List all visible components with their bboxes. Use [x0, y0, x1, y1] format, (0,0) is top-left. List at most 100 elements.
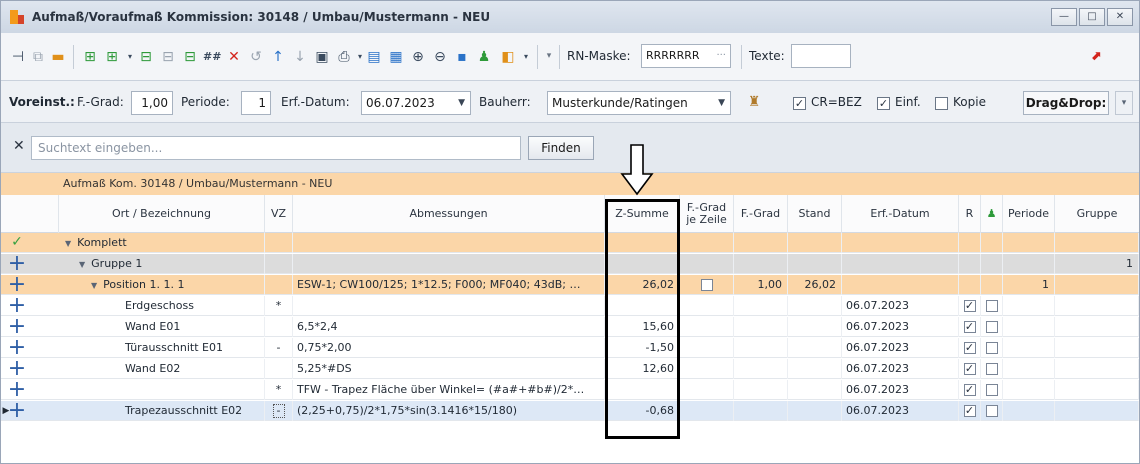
cell-p[interactable]	[981, 359, 1003, 379]
cell-r[interactable]	[959, 233, 981, 253]
cell-datum[interactable]: 06.07.2023	[842, 317, 959, 337]
folder-icon[interactable]: ▬	[49, 48, 67, 66]
cell-ort[interactable]	[59, 380, 265, 400]
bauherr-dropdown-icon[interactable]: ▼	[718, 92, 725, 114]
add-row-icon[interactable]: +	[6, 379, 28, 401]
erf-datum-input[interactable]: 06.07.2023 ▼	[361, 91, 471, 115]
cell-stand[interactable]	[788, 233, 842, 253]
header-people-icon[interactable]: ♟	[981, 195, 1003, 233]
bauherr-select[interactable]: Musterkunde/Ratingen ▼	[547, 91, 731, 115]
cell-gruppe[interactable]	[1055, 401, 1139, 421]
table-row[interactable]: + Wand E01 6,5*2,4 15,60 06.07.2023 ✓	[1, 316, 1139, 338]
delete-icon[interactable]: ✕	[225, 48, 243, 66]
export-dropdown-icon[interactable]: ▾	[517, 48, 535, 66]
cell-periode[interactable]	[1003, 254, 1055, 274]
cell-fgrad_je[interactable]	[680, 380, 734, 400]
cell-p[interactable]	[981, 338, 1003, 358]
p-checkbox[interactable]	[985, 321, 998, 333]
cell-vz[interactable]	[265, 254, 293, 274]
cell-ort[interactable]: Trapezausschnitt E02	[59, 401, 265, 421]
move-down-icon[interactable]: ↓	[291, 48, 309, 66]
p-checkbox[interactable]	[985, 342, 998, 354]
cell-abm[interactable]	[293, 254, 605, 274]
cell-datum[interactable]: 06.07.2023	[842, 401, 959, 421]
r-checkbox[interactable]: ✓	[963, 321, 976, 333]
cell-fgrad_je[interactable]	[680, 359, 734, 379]
cell-periode[interactable]	[1003, 233, 1055, 253]
cell-fgrad[interactable]	[734, 254, 788, 274]
cell-ort[interactable]: Türausschnitt E01	[59, 338, 265, 358]
find-button[interactable]: Finden	[528, 136, 594, 160]
header-gruppe[interactable]: Gruppe	[1055, 195, 1139, 233]
cell-fgrad_je[interactable]	[680, 401, 734, 421]
cell-periode[interactable]	[1003, 338, 1055, 358]
report-icon[interactable]: ▤	[365, 48, 383, 66]
minimize-button[interactable]: —	[1051, 8, 1077, 26]
cell-stand[interactable]	[788, 296, 842, 316]
cell-periode[interactable]	[1003, 317, 1055, 337]
cell-gruppe[interactable]	[1055, 233, 1139, 253]
table-row[interactable]: + Erdgeschoss * 06.07.2023 ✓	[1, 295, 1139, 317]
insert-below-icon[interactable]: ⊞	[103, 48, 121, 66]
cell-abm[interactable]: 0,75*2,00	[293, 338, 605, 358]
undo-icon[interactable]: ↺	[247, 48, 265, 66]
people-icon[interactable]: ♟	[475, 48, 493, 66]
open-window-icon[interactable]: ⧉	[29, 48, 47, 66]
cell-ort[interactable]: Wand E01	[59, 317, 265, 337]
collapse-icon[interactable]: ▼	[65, 239, 71, 248]
cell-abm[interactable]: 5,25*#DS	[293, 359, 605, 379]
cell-r[interactable]	[959, 254, 981, 274]
cell-stand[interactable]: 26,02	[788, 275, 842, 295]
cell-p[interactable]	[981, 317, 1003, 337]
cell-abm[interactable]	[293, 296, 605, 316]
cell-ort[interactable]: ▼ Position 1. 1. 1	[59, 275, 265, 295]
header-abmessungen[interactable]: Abmessungen	[293, 195, 605, 233]
table-row[interactable]: + Türausschnitt E01-0,75*2,00 -1,50 06.07.2…	[1, 337, 1139, 359]
periode-input[interactable]: 1	[241, 91, 271, 115]
cell-gruppe[interactable]	[1055, 296, 1139, 316]
cell-fgrad[interactable]	[734, 296, 788, 316]
cell-ort[interactable]: Erdgeschoss	[59, 296, 265, 316]
header-r[interactable]: R	[959, 195, 981, 233]
cell-fgrad[interactable]	[734, 233, 788, 253]
cell-vz[interactable]: -	[265, 338, 293, 358]
table-row[interactable]: + * TFW - Trapez Fläche über Winkel= (#a#+…	[1, 379, 1139, 401]
header-ort[interactable]: Ort / Bezeichnung	[59, 195, 265, 233]
add-row-icon[interactable]: +	[6, 253, 28, 275]
cell-abm[interactable]: ESW-1; CW100/125; 1*12.5; F000; MF040; 4…	[293, 275, 605, 295]
cell-vz[interactable]	[265, 233, 293, 253]
cell-fgrad_je[interactable]	[680, 317, 734, 337]
cell-periode[interactable]	[1003, 296, 1055, 316]
cell-r[interactable]: ✓	[959, 359, 981, 379]
cell-abm[interactable]: (2,25+0,75)/2*1,75*sin(3.1416*15/180)	[293, 401, 605, 421]
cell-abm[interactable]: TFW - Trapez Fläche über Winkel= (#a#+#b…	[293, 380, 605, 400]
cell-fgrad[interactable]	[734, 359, 788, 379]
cell-stand[interactable]	[788, 338, 842, 358]
cell-fgrad_je[interactable]	[680, 233, 734, 253]
cell-gruppe[interactable]	[1055, 275, 1139, 295]
add-row-icon[interactable]: +	[6, 358, 28, 380]
r-checkbox[interactable]: ✓	[963, 405, 976, 417]
add-row-icon[interactable]: +	[6, 274, 28, 296]
header-stand[interactable]: Stand	[788, 195, 842, 233]
maximize-button[interactable]: □	[1079, 8, 1105, 26]
r-checkbox[interactable]: ✓	[963, 384, 976, 396]
cell-p[interactable]	[981, 380, 1003, 400]
cell-fgrad[interactable]	[734, 380, 788, 400]
cell-stand[interactable]	[788, 380, 842, 400]
cell-r[interactable]: ✓	[959, 296, 981, 316]
cell-gruppe[interactable]	[1055, 359, 1139, 379]
cell-fgrad[interactable]	[734, 317, 788, 337]
zoom-in-icon[interactable]: ⊕	[409, 48, 427, 66]
table-row[interactable]: + Wand E02 5,25*#DS 12,60 06.07.2023 ✓	[1, 358, 1139, 380]
cell-periode[interactable]	[1003, 401, 1055, 421]
r-checkbox[interactable]: ✓	[963, 363, 976, 375]
table-row[interactable]: + ▼ Position 1. 1. 1 ESW-1; CW100/125; 1*12…	[1, 274, 1139, 296]
external-window-icon[interactable]: ⬈	[1087, 48, 1105, 66]
cell-fgrad_je[interactable]	[680, 275, 734, 295]
table-row[interactable]: ✓ ▼ Komplett	[1, 233, 1139, 253]
cell-datum[interactable]	[842, 254, 959, 274]
cell-ort[interactable]: ▼ Gruppe 1	[59, 254, 265, 274]
toolbar-expand-icon[interactable]: ▾	[1115, 91, 1133, 115]
cell-p[interactable]	[981, 254, 1003, 274]
